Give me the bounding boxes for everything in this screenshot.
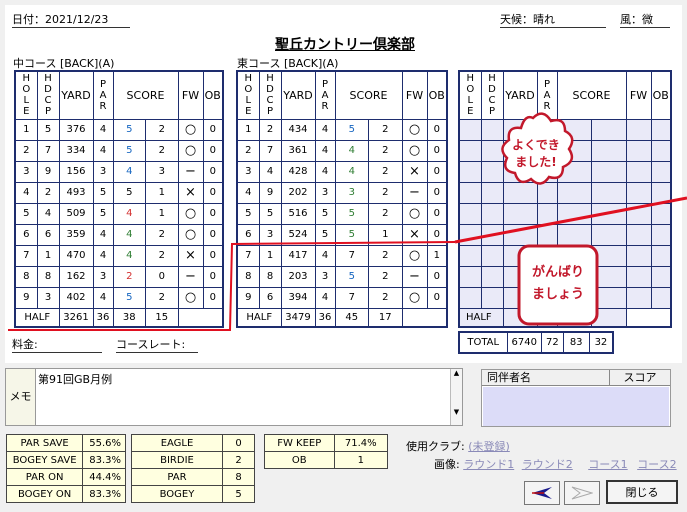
- stat-row: EAGLE 0: [131, 434, 255, 452]
- stat-label: PAR ON: [5, 468, 84, 486]
- close-button[interactable]: 閉じる: [606, 480, 678, 504]
- image-round1-link[interactable]: ラウンド1: [463, 458, 514, 471]
- companion-score-header[interactable]: スコア: [610, 370, 670, 385]
- stat-row: BOGEY SAVE 83.3%: [5, 451, 126, 469]
- companion-name-header[interactable]: 同伴者名: [482, 370, 610, 385]
- image-course2-link[interactable]: コース2: [637, 458, 676, 471]
- stat-row: BOGEY 5: [131, 485, 255, 503]
- stat-row: PAR SAVE 55.6%: [5, 434, 126, 452]
- stat-label: BOGEY ON: [5, 485, 84, 503]
- stat-label: PAR SAVE: [5, 434, 84, 452]
- images-label: 画像:: [434, 458, 460, 471]
- stat-value: 44.4%: [82, 468, 126, 486]
- stat-value: 2: [222, 451, 255, 469]
- course-rate-field: コースレート:: [116, 338, 198, 353]
- stat-row: FW KEEP 71.4%: [264, 434, 389, 452]
- companion-list[interactable]: 同伴者名 スコア: [481, 369, 671, 427]
- stat-row: BIRDIE 2: [131, 451, 255, 469]
- stat-label: EAGLE: [131, 434, 223, 452]
- stamp-well-done: よくでき ました!: [512, 138, 560, 169]
- stat-label: OB: [264, 451, 335, 469]
- clubs-label: 使用クラブ:: [406, 440, 465, 453]
- clubs-link[interactable]: (未登録): [468, 440, 510, 453]
- image-course1-link[interactable]: コース1: [588, 458, 627, 471]
- stat-value: 83.3%: [82, 451, 126, 469]
- scroll-up-icon[interactable]: ▲: [451, 369, 462, 377]
- stat-value: 71.4%: [333, 434, 389, 452]
- memo-scrollbar[interactable]: ▲ ▼: [450, 369, 462, 425]
- stat-label: PAR: [131, 468, 223, 486]
- stamp-try-harder: がんばり ましょう: [531, 265, 584, 302]
- stat-row: PAR ON 44.4%: [5, 468, 126, 486]
- stat-label: BIRDIE: [131, 451, 223, 469]
- stat-label: FW KEEP: [264, 434, 335, 452]
- memo-label: メモ: [6, 369, 36, 425]
- stat-row: OB 1: [264, 451, 389, 469]
- stats-percent-table: PAR SAVE 55.6% BOGEY SAVE 83.3% PAR ON 44.4% B…: [5, 434, 126, 503]
- scroll-down-icon[interactable]: ▼: [451, 408, 462, 416]
- arrow-right-icon: [571, 486, 594, 500]
- image-round2-link[interactable]: ラウンド2: [522, 458, 573, 471]
- stats-fairway-table: FW KEEP 71.4% OB 1: [264, 434, 389, 469]
- prev-button[interactable]: [524, 481, 560, 505]
- stat-value: 55.6%: [82, 434, 126, 452]
- stat-value: 5: [222, 485, 255, 503]
- companion-list-body[interactable]: [483, 387, 669, 426]
- clubs-row: 使用クラブ: (未登録): [406, 438, 510, 454]
- stat-row: BOGEY ON 83.3%: [5, 485, 126, 503]
- memo-box[interactable]: メモ 第91回GB月例 ▲ ▼: [5, 368, 463, 426]
- stats-count-table: EAGLE 0 BIRDIE 2 PAR 8 BOGEY 5: [131, 434, 255, 503]
- stat-value: 83.3%: [82, 485, 126, 503]
- stat-label: BOGEY SAVE: [5, 451, 84, 469]
- images-row: 画像: ラウンド1 ラウンド2 コース1 コース2: [434, 456, 677, 472]
- next-button[interactable]: [564, 481, 600, 505]
- fee-field: 料金:: [12, 338, 102, 353]
- arrow-left-icon: [532, 487, 552, 499]
- stat-value: 0: [222, 434, 255, 452]
- stat-label: BOGEY: [131, 485, 223, 503]
- stat-value: 1: [333, 451, 389, 469]
- stat-value: 8: [222, 468, 255, 486]
- stat-row: PAR 8: [131, 468, 255, 486]
- memo-text[interactable]: 第91回GB月例: [38, 371, 112, 387]
